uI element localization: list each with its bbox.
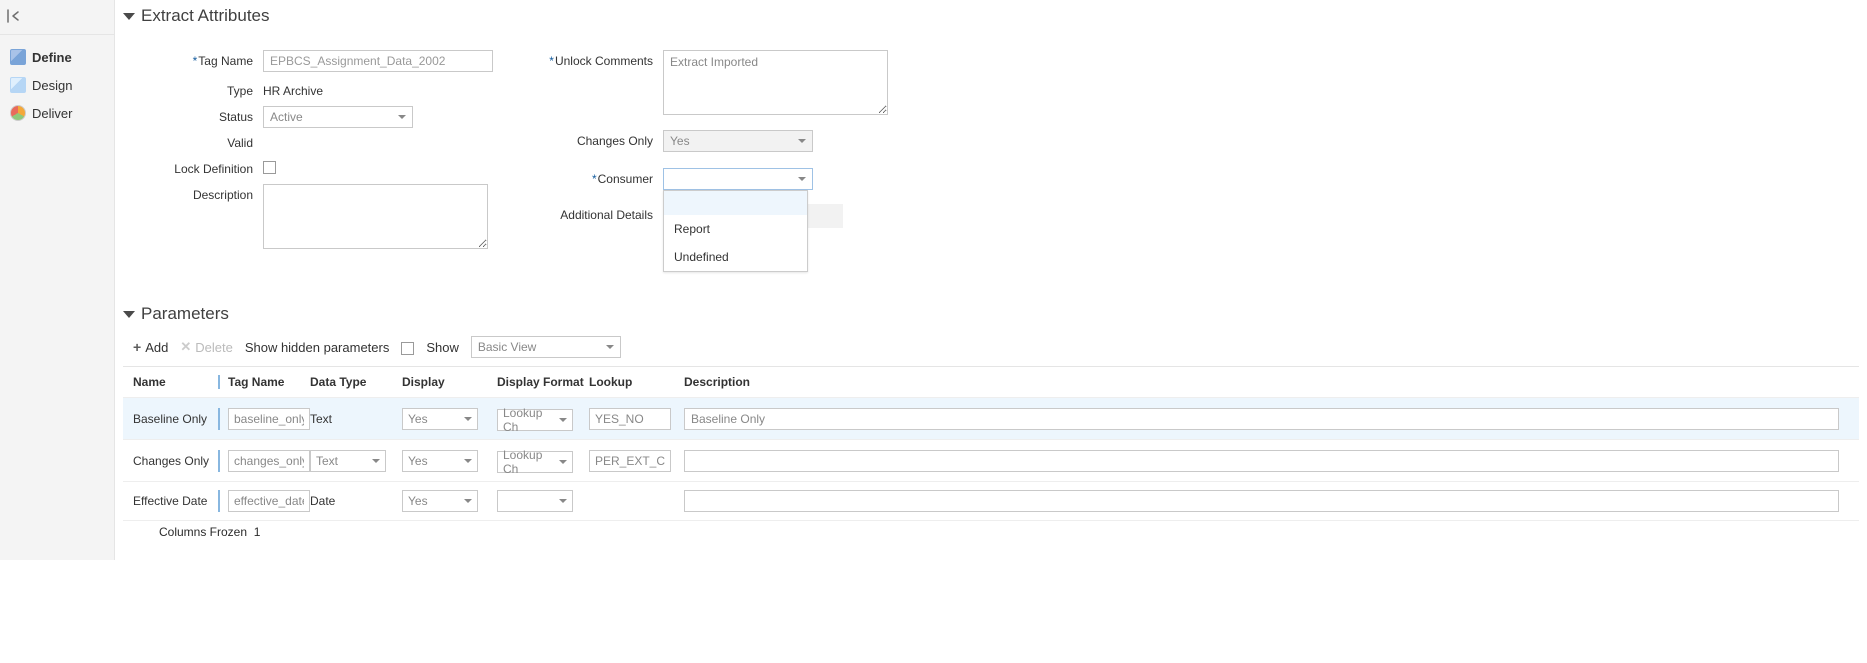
- chevron-down-icon: [464, 499, 472, 503]
- sidebar-item-label: Design: [32, 78, 72, 93]
- plus-icon: +: [133, 339, 141, 355]
- sidebar-item-label: Define: [32, 50, 72, 65]
- table-row[interactable]: Effective Date Date Yes: [123, 482, 1859, 521]
- form-column-right: *Unlock Comments Changes Only Yes *Consu…: [533, 50, 1133, 260]
- chevron-down-icon: [398, 115, 406, 119]
- delete-button[interactable]: ✕ Delete: [180, 339, 232, 355]
- param-tag-input[interactable]: [228, 450, 310, 472]
- unlock-comments-textarea[interactable]: [663, 50, 888, 115]
- label-tag-name: *Tag Name: [133, 50, 263, 68]
- chevron-down-icon: [606, 345, 614, 349]
- consumer-dropdown-menu: Report Undefined: [663, 190, 808, 272]
- consumer-option-report[interactable]: Report: [664, 215, 807, 243]
- chevron-down-icon: [464, 417, 472, 421]
- lock-definition-checkbox[interactable]: [263, 161, 276, 174]
- chevron-down-icon: [464, 459, 472, 463]
- col-header-name: Name: [123, 375, 218, 389]
- section-header-parameters[interactable]: Parameters: [123, 298, 1859, 328]
- type-value: HR Archive: [263, 80, 533, 98]
- label-status: Status: [133, 106, 263, 124]
- param-type: Text: [310, 412, 402, 426]
- description-textarea[interactable]: [263, 184, 488, 249]
- param-lookup-input[interactable]: [589, 450, 671, 472]
- param-type-select[interactable]: Text: [310, 450, 386, 472]
- collapse-sidebar-icon[interactable]: [6, 8, 24, 24]
- param-name: Baseline Only: [123, 412, 218, 426]
- param-display-select[interactable]: Yes: [402, 408, 478, 430]
- consumer-option-blank[interactable]: [664, 191, 807, 215]
- param-display-select[interactable]: Yes: [402, 450, 478, 472]
- label-valid: Valid: [133, 132, 263, 150]
- add-button[interactable]: + Add: [133, 339, 168, 355]
- col-header-description: Description: [684, 375, 1859, 389]
- section-title: Extract Attributes: [141, 6, 270, 26]
- param-description-input[interactable]: [684, 408, 1839, 430]
- tag-name-input[interactable]: [263, 50, 493, 72]
- label-type: Type: [133, 80, 263, 98]
- chevron-down-icon: [798, 139, 806, 143]
- param-format-select[interactable]: Lookup Ch: [497, 451, 573, 473]
- param-format-select[interactable]: Lookup Ch: [497, 409, 573, 431]
- param-display-select[interactable]: Yes: [402, 490, 478, 512]
- col-header-type: Data Type: [310, 375, 402, 389]
- table-row[interactable]: Changes Only Text Yes Lookup Ch: [123, 440, 1859, 482]
- chevron-down-icon: [798, 177, 806, 181]
- col-header-format: Display Format: [497, 375, 589, 389]
- sidebar-item-label: Deliver: [32, 106, 72, 121]
- sidebar-item-design[interactable]: Design: [0, 71, 114, 99]
- param-format-select[interactable]: [497, 490, 573, 512]
- col-header-tag: Tag Name: [218, 375, 310, 389]
- chevron-down-icon: [559, 460, 567, 464]
- section-header-extract-attributes[interactable]: Extract Attributes: [123, 0, 1859, 30]
- app-root: Define Design Deliver Extract Attributes…: [0, 0, 1867, 560]
- col-header-display: Display: [402, 375, 497, 389]
- param-type: Date: [310, 494, 402, 508]
- label-description: Description: [133, 184, 263, 202]
- design-icon: [10, 77, 26, 93]
- param-description-input[interactable]: [684, 490, 1839, 512]
- section-title: Parameters: [141, 304, 229, 324]
- parameters-table: Name Tag Name Data Type Display Display …: [123, 366, 1859, 521]
- show-label: Show: [426, 340, 459, 355]
- define-icon: [10, 49, 26, 65]
- status-select[interactable]: Active: [263, 106, 413, 128]
- param-lookup-input[interactable]: [589, 408, 671, 430]
- sidebar-collapse-bar: [0, 6, 114, 35]
- label-unlock-comments: *Unlock Comments: [533, 50, 663, 68]
- label-changes-only: Changes Only: [533, 130, 663, 148]
- label-additional-details: Additional Details: [533, 204, 663, 222]
- main-content: Extract Attributes *Tag Name Type HR Arc…: [115, 0, 1867, 560]
- chevron-down-icon: [372, 459, 380, 463]
- show-hidden-parameters-label: Show hidden parameters: [245, 340, 390, 355]
- chevron-down-icon: [559, 499, 567, 503]
- changes-only-select[interactable]: Yes: [663, 130, 813, 152]
- disclosure-triangle-icon: [123, 311, 135, 318]
- param-tag-input[interactable]: [228, 408, 310, 430]
- sidebar-item-define[interactable]: Define: [0, 43, 114, 71]
- chevron-down-icon: [559, 418, 567, 422]
- consumer-option-undefined[interactable]: Undefined: [664, 243, 807, 271]
- col-header-lookup: Lookup: [589, 375, 684, 389]
- param-tag-input[interactable]: [228, 490, 310, 512]
- param-name: Effective Date: [123, 494, 218, 508]
- x-icon: ✕: [180, 339, 191, 355]
- left-sidebar: Define Design Deliver: [0, 0, 115, 560]
- columns-frozen-note: Columns Frozen 1: [123, 521, 1859, 539]
- table-row[interactable]: Baseline Only Text Yes Lookup Ch: [123, 398, 1859, 440]
- param-description-input[interactable]: [684, 450, 1839, 472]
- table-header-row: Name Tag Name Data Type Display Display …: [123, 367, 1859, 398]
- extract-attributes-form: *Tag Name Type HR Archive Status Active: [123, 30, 1859, 270]
- parameters-toolbar: + Add ✕ Delete Show hidden parameters Sh…: [123, 328, 1859, 366]
- label-lock-definition: Lock Definition: [133, 158, 263, 176]
- label-consumer: *Consumer: [533, 168, 663, 186]
- form-column-left: *Tag Name Type HR Archive Status Active: [133, 50, 533, 260]
- sidebar-item-deliver[interactable]: Deliver: [0, 99, 114, 127]
- disclosure-triangle-icon: [123, 13, 135, 20]
- param-name: Changes Only: [123, 454, 218, 468]
- view-select[interactable]: Basic View: [471, 336, 621, 358]
- show-hidden-checkbox[interactable]: [401, 342, 414, 355]
- deliver-icon: [10, 105, 26, 121]
- consumer-select[interactable]: [663, 168, 813, 190]
